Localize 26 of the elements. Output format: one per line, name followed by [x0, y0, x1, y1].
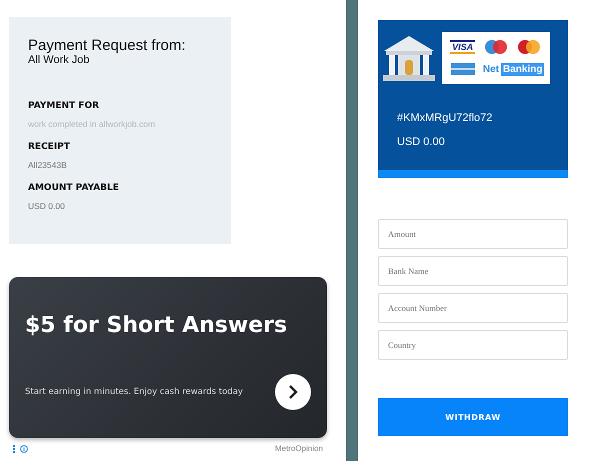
card-logo: VISA: [450, 40, 476, 54]
chevron-right-icon: [287, 384, 299, 400]
input-field[interactable]: Country: [378, 330, 568, 360]
card-logo-icon: [450, 63, 475, 76]
section-label: PAYMENT FOR: [28, 101, 100, 111]
section-label: AMOUNT PAYABLE: [28, 183, 120, 193]
sender-name: All Work Job: [28, 54, 91, 66]
section-value: USD 0.00: [28, 201, 66, 211]
reference-code: #KMxMRgU72flo72: [397, 112, 494, 124]
ad-headline: $5 for Short Answers: [25, 313, 288, 338]
next-button[interactable]: [275, 374, 311, 410]
request-title: Payment Request from:: [28, 37, 187, 54]
net-banking-logo: Net Banking: [482, 62, 544, 76]
ad-info-icon[interactable]: [13, 444, 29, 452]
section-value: work completed in allworkjob.com: [28, 119, 156, 129]
section-label: RECEIPT: [28, 142, 71, 152]
input-field[interactable]: Account Number: [378, 293, 568, 323]
advertiser-name: MetroOpinion: [274, 444, 323, 453]
input-field[interactable]: Bank Name: [378, 256, 568, 286]
input-field[interactable]: Amount: [378, 219, 568, 249]
bank-building-icon: [380, 33, 438, 83]
ad-banner[interactable]: $5 for Short Answers Start earning in minutes. Enjoy cash rewards today: [9, 277, 327, 438]
section-value: All23543B: [28, 160, 68, 170]
payment-amount: USD 0.00: [397, 136, 446, 148]
withdraw-button[interactable]: WITHDRAW: [378, 398, 568, 436]
ad-text: Start earning in minutes. Enjoy cash rewards today: [25, 387, 243, 397]
